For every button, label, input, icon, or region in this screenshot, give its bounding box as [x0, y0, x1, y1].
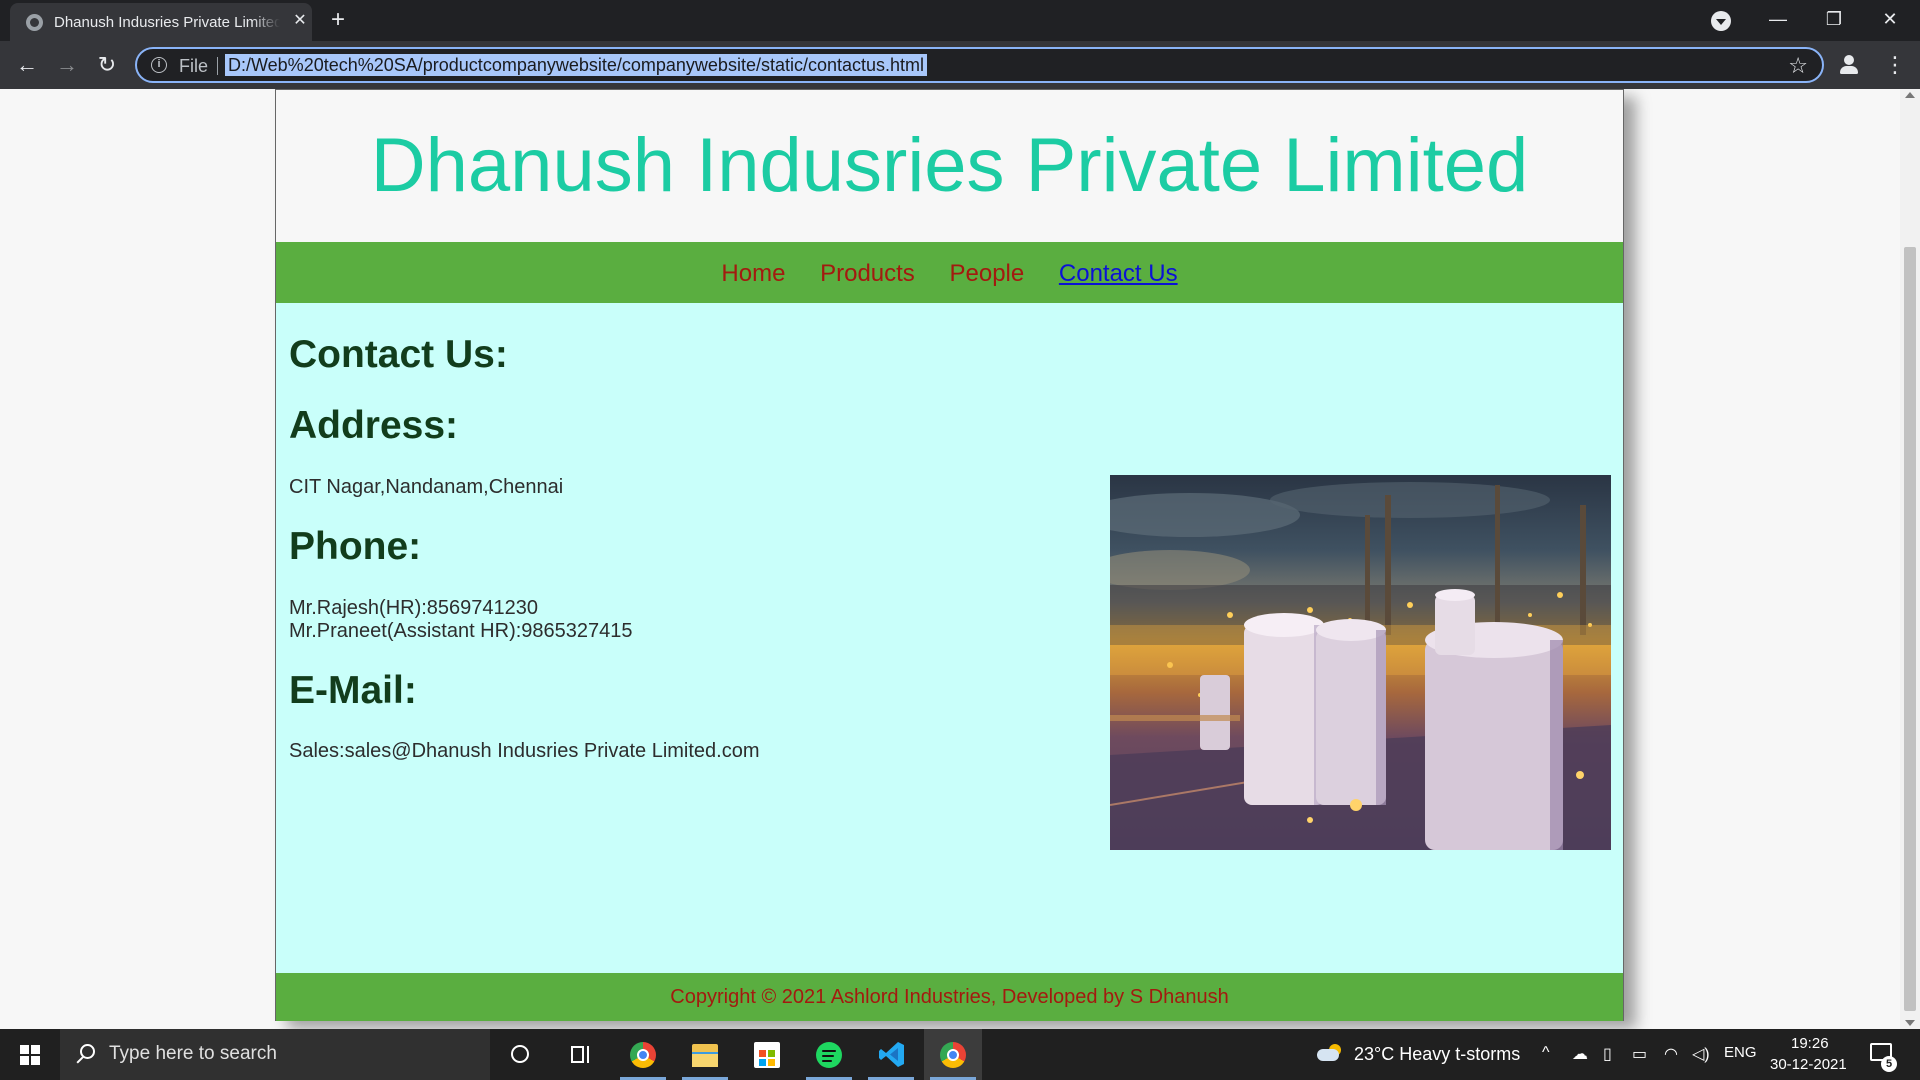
email-text: Sales:sales@Dhanush Indusries Private Li…: [289, 740, 760, 762]
site-footer: Copyright © 2021 Ashlord Industries, Dev…: [276, 973, 1623, 1021]
taskbar-chrome-2[interactable]: [924, 1029, 982, 1080]
browser-tab[interactable]: Dhanush Indusries Private Limited ✕: [10, 3, 312, 41]
new-tab-button[interactable]: +: [324, 6, 352, 34]
browser-toolbar: ← → ↻ i File D:/Web%20tech%20SA/productc…: [0, 41, 1920, 89]
profile-icon[interactable]: [1838, 54, 1860, 76]
back-icon[interactable]: ←: [12, 50, 42, 80]
globe-icon: [26, 14, 43, 31]
url-separator: [217, 57, 218, 75]
tab-search-icon[interactable]: [1711, 11, 1731, 31]
restore-button[interactable]: ❐: [1806, 0, 1862, 41]
phone-assistant-hr: Mr.Praneet(Assistant HR):9865327415: [289, 620, 633, 642]
taskbar-spotify[interactable]: [800, 1029, 858, 1080]
scroll-thumb[interactable]: [1904, 247, 1916, 1011]
clock-date[interactable]: 30-12-2021: [1770, 1056, 1847, 1073]
taskbar-search-placeholder: Type here to search: [109, 1043, 277, 1064]
task-view-button[interactable]: [551, 1029, 609, 1080]
url-scheme-label: File: [179, 56, 209, 76]
menu-icon[interactable]: ⋮: [1884, 50, 1906, 80]
site-title: Dhanush Indusries Private Limited: [370, 123, 1529, 208]
browser-tab-bar: Dhanush Indusries Private Limited ✕ + — …: [0, 0, 1920, 41]
chrome-icon: [940, 1042, 966, 1068]
spotify-icon: [816, 1042, 842, 1068]
cortana-icon: [511, 1045, 529, 1063]
weather-icon[interactable]: [1317, 1044, 1343, 1062]
page-viewport: Dhanush Indusries Private Limited Home P…: [0, 89, 1900, 1029]
notification-count-badge: 5: [1881, 1056, 1897, 1072]
language-indicator[interactable]: ENG: [1724, 1044, 1757, 1061]
clock-time[interactable]: 19:26: [1791, 1035, 1829, 1052]
onedrive-cloud-icon[interactable]: ☁: [1572, 1044, 1588, 1064]
device-icon[interactable]: ▯: [1603, 1044, 1612, 1064]
forward-icon[interactable]: →: [52, 50, 82, 80]
nav-link-products[interactable]: Products: [820, 260, 915, 287]
weather-text[interactable]: 23°C Heavy t-storms: [1354, 1044, 1520, 1065]
volume-icon[interactable]: ◁): [1692, 1044, 1710, 1064]
windows-taskbar: Type here to search 23°C Heavy t-storms …: [0, 1029, 1920, 1080]
chrome-icon: [630, 1042, 656, 1068]
close-tab-icon[interactable]: ✕: [290, 11, 310, 31]
site-header: Dhanush Indusries Private Limited: [276, 90, 1623, 242]
nav-link-contact-us[interactable]: Contact Us: [1059, 260, 1178, 287]
scroll-down-arrow-icon[interactable]: [1905, 1020, 1915, 1026]
bookmark-star-icon[interactable]: ☆: [1788, 53, 1808, 79]
address-heading: Address:: [289, 404, 459, 447]
page-scrollbar[interactable]: [1900, 89, 1920, 1029]
nav-link-people[interactable]: People: [949, 260, 1024, 287]
phone-heading: Phone:: [289, 525, 422, 568]
factory-image: [1110, 475, 1611, 850]
store-icon: [754, 1042, 780, 1068]
scroll-up-arrow-icon[interactable]: [1905, 92, 1915, 98]
cortana-button[interactable]: [490, 1029, 548, 1080]
url-input[interactable]: D:/Web%20tech%20SA/productcompanywebsite…: [225, 54, 928, 76]
windows-start-icon[interactable]: [20, 1045, 40, 1065]
taskbar-chrome-1[interactable]: [614, 1029, 672, 1080]
taskbar-store[interactable]: [738, 1029, 796, 1080]
show-hidden-icons-chevron-icon[interactable]: ^: [1542, 1044, 1550, 1062]
minimize-button[interactable]: —: [1750, 0, 1806, 41]
battery-icon[interactable]: ▭: [1632, 1044, 1647, 1064]
file-explorer-icon: [692, 1044, 718, 1067]
wifi-icon[interactable]: ◠: [1664, 1044, 1678, 1064]
email-heading: E-Mail:: [289, 669, 417, 712]
tab-title: Dhanush Indusries Private Limited: [54, 14, 280, 31]
taskbar-vscode[interactable]: [862, 1029, 920, 1080]
nav-link-home[interactable]: Home: [721, 260, 785, 287]
contact-content: Contact Us: Address: CIT Nagar,Nandanam,…: [276, 303, 1623, 973]
vscode-icon: [879, 1042, 904, 1067]
task-view-icon: [571, 1046, 591, 1063]
reload-icon[interactable]: ↻: [92, 50, 122, 80]
search-icon: [80, 1044, 95, 1059]
taskbar-file-explorer[interactable]: [676, 1029, 734, 1080]
phone-hr: Mr.Rajesh(HR):8569741230: [289, 597, 539, 619]
taskbar-search-box[interactable]: Type here to search: [60, 1029, 490, 1080]
info-icon[interactable]: i: [151, 57, 167, 73]
site-nav: Home Products People Contact Us: [276, 242, 1623, 303]
address-text: CIT Nagar,Nandanam,Chennai: [289, 476, 564, 498]
contact-heading: Contact Us:: [289, 333, 508, 376]
address-bar[interactable]: i File D:/Web%20tech%20SA/productcompany…: [135, 47, 1824, 83]
close-window-button[interactable]: ✕: [1862, 0, 1918, 41]
website-container: Dhanush Indusries Private Limited Home P…: [275, 89, 1624, 1021]
